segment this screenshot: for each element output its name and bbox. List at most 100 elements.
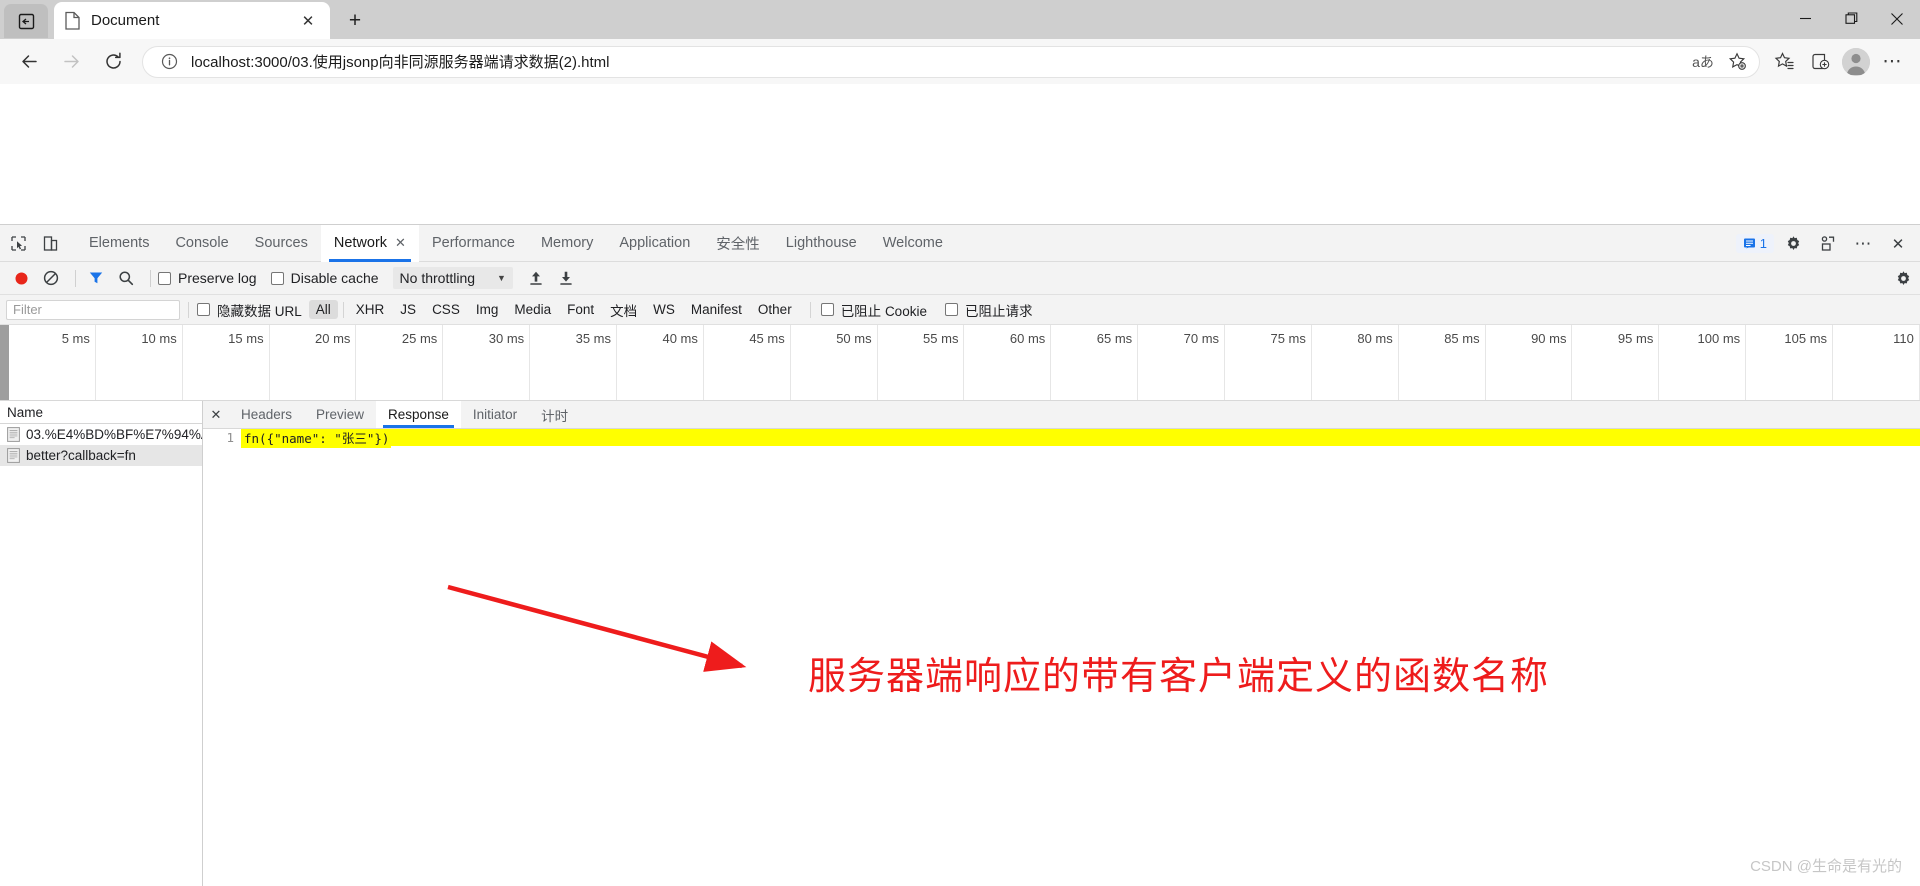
tab-security[interactable]: 安全性	[703, 225, 773, 262]
dock-side-icon	[1821, 236, 1834, 251]
filter-toggle-button[interactable]	[83, 265, 109, 291]
navigation-bar: localhost:3000/03.使用jsonp向非同源服务器端请求数据(2)…	[0, 39, 1920, 84]
minimize-icon	[1799, 17, 1811, 20]
tab-network-close-icon[interactable]: ✕	[395, 235, 406, 251]
collections-plus-icon	[1811, 53, 1829, 70]
detail-tab-headers[interactable]: Headers	[229, 401, 304, 428]
timeline-tick-label: 70 ms	[1183, 331, 1220, 346]
network-settings-button[interactable]	[1895, 270, 1912, 287]
import-har-button[interactable]	[523, 265, 549, 291]
reload-button[interactable]	[95, 44, 131, 80]
tab-lighthouse[interactable]: Lighthouse	[773, 225, 870, 262]
devtools-customize-button[interactable]: ⋯	[1849, 230, 1877, 258]
browser-window: Document ✕ + localhost:3000/03.使用jsonp向非…	[0, 0, 1920, 886]
timeline-tick: 60 ms	[964, 325, 1052, 400]
browser-settings-button[interactable]: ⋯	[1876, 47, 1908, 77]
tab-console[interactable]: Console	[162, 225, 241, 262]
filter-input[interactable]: Filter	[6, 299, 180, 320]
filterbar-divider	[342, 301, 344, 318]
tab-performance[interactable]: Performance	[419, 225, 528, 262]
tab-label: Welcome	[882, 235, 943, 251]
browser-tab[interactable]: Document ✕	[54, 2, 330, 39]
network-filter-bar: Filter 隐藏数据 URL All XHR JS CSS Img Media…	[0, 295, 1920, 325]
devtools-close-button[interactable]: ✕	[1884, 230, 1912, 258]
profile-button[interactable]	[1840, 47, 1872, 77]
timeline-tick: 90 ms	[1486, 325, 1573, 400]
tab-application[interactable]: Application	[606, 225, 703, 262]
toolbar-divider	[150, 269, 151, 287]
filter-type-font[interactable]: Font	[560, 300, 601, 319]
filter-type-ws[interactable]: WS	[646, 300, 682, 319]
tab-actions-button[interactable]	[4, 4, 48, 38]
detail-tab-preview[interactable]: Preview	[304, 401, 376, 428]
tab-network[interactable]: Network ✕	[320, 224, 419, 262]
filter-type-doc[interactable]: 文档	[603, 298, 644, 322]
tab-elements[interactable]: Elements	[76, 225, 162, 262]
export-har-button[interactable]	[553, 265, 579, 291]
request-row-2[interactable]: better?callback=fn	[0, 445, 202, 466]
network-timeline-ruler[interactable]: 5 ms 10 ms 15 ms 20 ms 25 ms 30 ms 35 ms 40 ms 4…	[0, 325, 1920, 401]
site-info-icon[interactable]	[157, 50, 181, 74]
inspect-element-icon[interactable]	[4, 229, 32, 257]
request-column-header[interactable]: Name	[0, 401, 202, 424]
timeline-tick-label: 25 ms	[401, 331, 438, 346]
detail-tab-initiator[interactable]: Initiator	[461, 401, 529, 428]
network-toolbar: Preserve log Disable cache No throttling…	[0, 262, 1920, 295]
issues-badge[interactable]: 1	[1735, 234, 1774, 253]
search-button[interactable]	[113, 265, 139, 291]
detail-close-button[interactable]: ✕	[203, 401, 229, 428]
filter-type-css[interactable]: CSS	[425, 300, 467, 319]
filter-type-js[interactable]: JS	[393, 300, 423, 319]
timeline-tick: 95 ms	[1572, 325, 1660, 400]
filter-type-xhr[interactable]: XHR	[349, 300, 392, 319]
tab-welcome[interactable]: Welcome	[870, 225, 956, 262]
tab-title: Document	[91, 12, 160, 29]
hide-data-urls-checkbox[interactable]: 隐藏数据 URL	[197, 300, 302, 320]
minimize-button[interactable]	[1782, 0, 1828, 37]
issues-icon	[1743, 238, 1755, 249]
tab-sources[interactable]: Sources	[242, 225, 321, 262]
favorites-list-icon	[1774, 52, 1794, 70]
request-row-1[interactable]: 03.%E4%BD%BF%E7%94%A8j…	[0, 424, 202, 445]
line-highlight	[391, 429, 1920, 446]
devtools-settings-button[interactable]	[1779, 230, 1807, 258]
add-favorite-button[interactable]	[1721, 47, 1753, 77]
timeline-tick-label: 95 ms	[1617, 331, 1654, 346]
checkbox-box	[944, 303, 958, 316]
address-bar[interactable]: localhost:3000/03.使用jsonp向非同源服务器端请求数据(2)…	[142, 45, 1760, 78]
detail-tab-timing[interactable]: 计时	[529, 401, 580, 428]
disable-cache-checkbox[interactable]: Disable cache	[270, 270, 379, 286]
tab-label: Elements	[89, 235, 150, 251]
timeline-resize-handle[interactable]	[0, 325, 9, 400]
timeline-tick-label: 60 ms	[1009, 331, 1046, 346]
collections-button[interactable]	[1804, 47, 1836, 77]
new-tab-button[interactable]: +	[338, 6, 372, 36]
filter-type-other[interactable]: Other	[751, 300, 799, 319]
tab-close-icon[interactable]: ✕	[296, 9, 320, 33]
throttling-select[interactable]: No throttling ▼	[392, 267, 513, 289]
forward-button[interactable]	[53, 44, 89, 80]
maximize-button[interactable]	[1828, 0, 1874, 37]
favorites-button[interactable]	[1768, 47, 1800, 77]
request-name: 03.%E4%BD%BF%E7%94%A8j…	[26, 427, 202, 442]
timeline-tick-label: 110	[1893, 331, 1914, 346]
blocked-requests-checkbox[interactable]: 已阻止请求	[944, 300, 1032, 320]
devtools-more-tools-button[interactable]	[1814, 230, 1842, 258]
filter-type-img[interactable]: Img	[469, 300, 506, 319]
clear-button[interactable]	[38, 265, 64, 291]
detail-tab-response[interactable]: Response	[376, 401, 461, 428]
filter-type-manifest[interactable]: Manifest	[684, 300, 749, 319]
preserve-log-checkbox[interactable]: Preserve log	[158, 270, 257, 286]
timeline-tick: 80 ms	[1312, 325, 1399, 400]
tab-memory[interactable]: Memory	[528, 225, 606, 262]
close-window-button[interactable]	[1874, 0, 1920, 37]
timeline-tick: 40 ms	[617, 325, 704, 400]
filter-type-media[interactable]: Media	[507, 300, 558, 319]
back-button[interactable]	[11, 44, 47, 80]
device-toolbar-icon[interactable]	[36, 229, 64, 257]
record-button[interactable]	[8, 265, 34, 291]
blocked-cookies-checkbox[interactable]: 已阻止 Cookie	[820, 300, 927, 320]
read-aloud-button[interactable]: aあ	[1687, 47, 1719, 77]
filter-type-all[interactable]: All	[308, 300, 338, 319]
timeline-tick: 45 ms	[704, 325, 791, 400]
